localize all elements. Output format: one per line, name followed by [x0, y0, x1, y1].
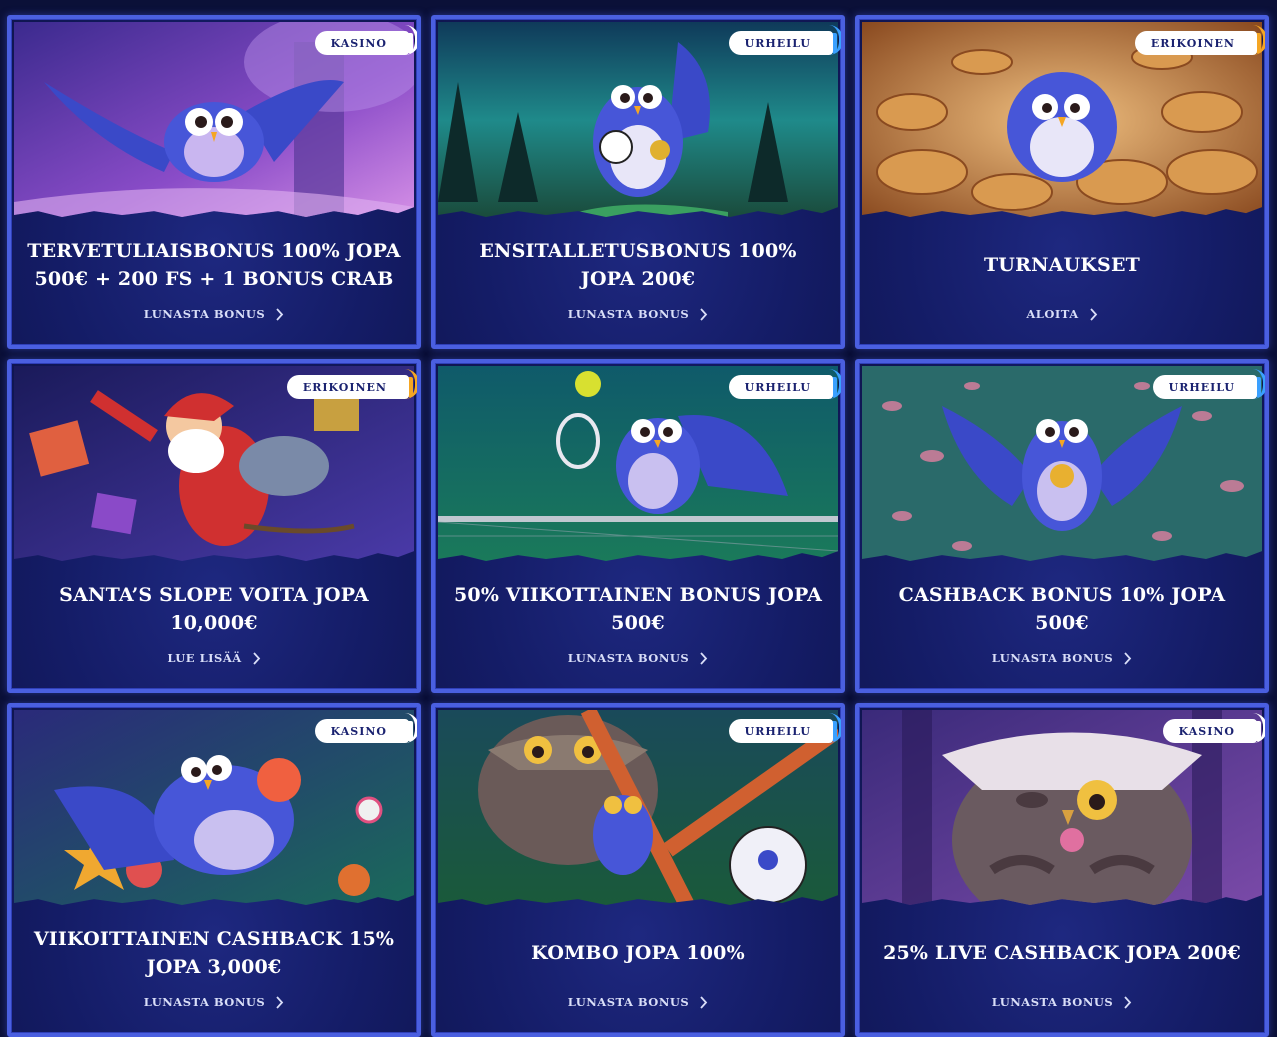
claim-link[interactable]: LUE LISÄÄ	[11, 651, 417, 665]
claim-link[interactable]: LUNASTA BONUS	[435, 307, 841, 321]
category-badge: KASINO	[314, 713, 417, 743]
claim-link[interactable]: LUNASTA BONUS	[435, 651, 841, 665]
chevron-right-icon	[253, 651, 260, 665]
claim-link-label: LUNASTA BONUS	[567, 651, 690, 665]
claim-link-label: LUNASTA BONUS	[567, 307, 690, 321]
category-badge: URHEILU	[728, 713, 841, 743]
category-badge: KASINO	[314, 25, 417, 55]
claim-link-label: LUNASTA BONUS	[143, 307, 266, 321]
promo-title: TURNAUKSET	[983, 254, 1141, 276]
category-badge: ERIKOINEN	[286, 369, 417, 399]
category-badge: ERIKOINEN	[1134, 25, 1265, 55]
promo-title: 25% LIVE CASHBACK JOPA 200€	[883, 942, 1241, 964]
claim-link-label: LUNASTA BONUS	[991, 651, 1114, 665]
promo-title: 50% VIIKOTTAINEN BONUS JOPA 500€	[453, 584, 823, 634]
chevron-right-icon	[276, 995, 284, 1009]
promo-title: ENSITALLETUSBONUS 100% JOPA 200€	[479, 240, 797, 290]
promo-title: SANTA’S SLOPE VOITA JOPA 10,000€	[59, 584, 369, 634]
claim-link-label: LUE LISÄÄ	[167, 651, 242, 665]
promo-title: CASHBACK BONUS 10% JOPA 500€	[898, 584, 1226, 634]
promo-card[interactable]: KASINO 25% LIVE CASHBACK JOPA 200€ LUNAS…	[855, 703, 1269, 1037]
chevron-right-icon	[1124, 651, 1132, 665]
claim-link[interactable]: LUNASTA BONUS	[859, 651, 1265, 665]
promo-card[interactable]: URHEILU 50% VIIKOTTAINEN BONUS JOPA 500€…	[431, 359, 845, 693]
promo-title: TERVETULIAISBONUS 100% JOPA 500€ + 200 F…	[27, 240, 401, 290]
chevron-right-icon	[700, 995, 708, 1009]
chevron-right-icon	[1124, 995, 1132, 1009]
claim-link[interactable]: LUNASTA BONUS	[859, 995, 1265, 1009]
chevron-right-icon	[1089, 307, 1097, 321]
promo-card[interactable]: URHEILU ENSITALLETUSBONUS 100% JOPA 200€…	[431, 15, 845, 349]
chevron-right-icon	[700, 307, 708, 321]
promo-card[interactable]: URHEILU CASHBACK BONUS 10% JOPA 500€ LUN…	[855, 359, 1269, 693]
promo-card[interactable]: ERIKOINEN SANTA’S SLOPE VOITA JOPA 10,00…	[7, 359, 421, 693]
chevron-right-icon	[700, 651, 708, 665]
category-badge: KASINO	[1162, 713, 1265, 743]
claim-link[interactable]: ALOITA	[859, 307, 1265, 321]
claim-link[interactable]: LUNASTA BONUS	[435, 995, 841, 1009]
promo-card[interactable]: URHEILU KOMBO JOPA 100% LUNASTA BONUS	[431, 703, 845, 1037]
category-badge: URHEILU	[1152, 369, 1265, 399]
claim-link-label: LUNASTA BONUS	[991, 995, 1114, 1009]
claim-link-label: LUNASTA BONUS	[567, 995, 690, 1009]
claim-link[interactable]: LUNASTA BONUS	[11, 995, 417, 1009]
claim-link[interactable]: LUNASTA BONUS	[11, 307, 417, 321]
claim-link-label: ALOITA	[1026, 307, 1079, 321]
promotions-grid: KASINO TERVETULIAISBONUS 100% JOPA 500€ …	[7, 15, 1273, 1037]
promo-card[interactable]: KASINO VIIKOITTAINEN CASHBACK 15% JOPA 3…	[7, 703, 421, 1037]
promo-card[interactable]: KASINO TERVETULIAISBONUS 100% JOPA 500€ …	[7, 15, 421, 349]
promo-card[interactable]: ERIKOINEN TURNAUKSET ALOITA	[855, 15, 1269, 349]
promo-title: KOMBO JOPA 100%	[531, 942, 745, 964]
chevron-right-icon	[276, 307, 284, 321]
category-badge: URHEILU	[728, 369, 841, 399]
claim-link-label: LUNASTA BONUS	[143, 995, 266, 1009]
promo-title: VIIKOITTAINEN CASHBACK 15% JOPA 3,000€	[33, 928, 395, 978]
category-badge: URHEILU	[728, 25, 841, 55]
